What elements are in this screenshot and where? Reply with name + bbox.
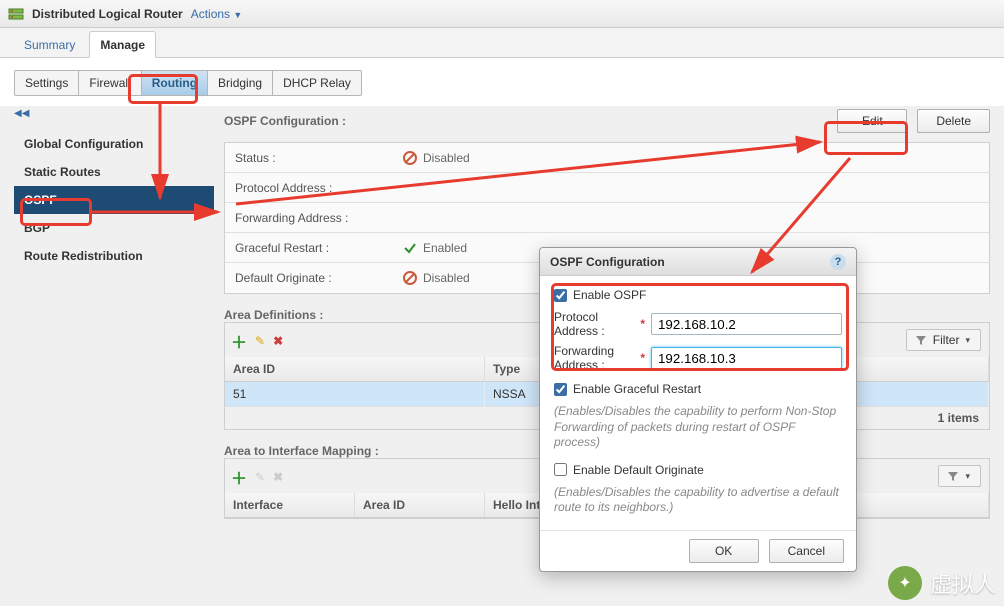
forwarding-address-input[interactable] (651, 347, 842, 369)
cancel-button[interactable]: Cancel (769, 539, 844, 563)
caret-down-icon: ▼ (233, 10, 242, 20)
forwarding-address-label: Forwarding Address : (235, 211, 395, 225)
col-area-id: Area ID (225, 357, 485, 381)
sub-tab-firewall[interactable]: Firewall (79, 71, 141, 95)
area-edit-icon[interactable]: ✎ (255, 334, 265, 348)
sub-tab-dhcp-relay[interactable]: DHCP Relay (273, 71, 361, 95)
graceful-restart-value: Enabled (423, 241, 467, 255)
enable-graceful-restart-checkbox[interactable] (554, 383, 567, 396)
enabled-icon (403, 241, 417, 255)
graceful-restart-label: Graceful Restart : (235, 241, 395, 255)
protocol-address-label: Protocol Address : (235, 181, 395, 195)
caret-down-icon: ▾ (965, 471, 970, 482)
sidebar-item-bgp[interactable]: BGP (14, 214, 214, 242)
dialog-forwarding-label: Forwarding Address : (554, 344, 634, 372)
aim-edit-icon: ✎ (255, 470, 265, 484)
area-add-icon[interactable]: ＋ (231, 329, 247, 353)
tab-summary[interactable]: Summary (14, 32, 85, 57)
sidebar-item-global-configuration[interactable]: Global Configuration (14, 130, 214, 158)
page-title: Distributed Logical Router (32, 7, 183, 21)
graceful-restart-hint: (Enables/Disables the capability to perf… (554, 404, 842, 451)
disabled-icon (403, 151, 417, 165)
status-label: Status : (235, 151, 395, 165)
enable-default-originate-label: Enable Default Originate (573, 463, 704, 477)
area-filter-button[interactable]: Filter ▾ (906, 329, 981, 351)
ok-button[interactable]: OK (689, 539, 759, 563)
wechat-icon: ✦ (888, 566, 922, 600)
sub-tabs: Settings Firewall Routing Bridging DHCP … (14, 70, 362, 96)
titlebar: Distributed Logical Router Actions ▼ (0, 0, 1004, 28)
sub-tab-settings[interactable]: Settings (15, 71, 79, 95)
delete-button[interactable]: Delete (917, 109, 990, 133)
aim-filter-button[interactable]: ▾ (938, 465, 981, 487)
filter-icon (947, 470, 959, 482)
aim-add-icon[interactable]: ＋ (231, 465, 247, 489)
default-originate-hint: (Enables/Disables the capability to adve… (554, 485, 842, 516)
sidebar-item-route-redistribution[interactable]: Route Redistribution (14, 242, 214, 270)
sub-tab-wrap: Settings Firewall Routing Bridging DHCP … (0, 58, 1004, 106)
tab-manage[interactable]: Manage (89, 31, 156, 58)
sidebar-item-ospf[interactable]: OSPF (14, 186, 214, 214)
filter-icon (915, 334, 927, 346)
help-icon[interactable]: ? (830, 254, 846, 270)
sidebar-item-static-routes[interactable]: Static Routes (14, 158, 214, 186)
main-tabs: Summary Manage (0, 28, 1004, 58)
ospf-config-header: OSPF Configuration : Edit Delete (224, 106, 990, 136)
col-aim-area-id: Area ID (355, 493, 485, 517)
enable-graceful-restart-label: Enable Graceful Restart (573, 382, 701, 396)
default-originate-label: Default Originate : (235, 271, 395, 285)
enable-default-originate-checkbox[interactable] (554, 463, 567, 476)
dialog-title: OSPF Configuration (550, 255, 665, 269)
sub-tab-bridging[interactable]: Bridging (208, 71, 273, 95)
sidebar-collapse-icon[interactable]: ◀◀ (14, 106, 38, 124)
ospf-config-title: OSPF Configuration : (224, 114, 346, 128)
status-value: Disabled (423, 151, 470, 165)
sub-tab-routing[interactable]: Routing (142, 71, 208, 95)
default-originate-value: Disabled (423, 271, 470, 285)
enable-ospf-checkbox[interactable] (554, 289, 567, 302)
dialog-protocol-label: Protocol Address : (554, 310, 634, 338)
disabled-icon (403, 271, 417, 285)
ospf-configuration-dialog: OSPF Configuration ? Enable OSPF Protoco… (539, 247, 857, 572)
required-icon: * (640, 351, 645, 365)
col-interface: Interface (225, 493, 355, 517)
actions-menu[interactable]: Actions ▼ (191, 7, 243, 21)
required-icon: * (640, 317, 645, 331)
area-delete-icon[interactable]: ✖ (273, 334, 283, 348)
aim-delete-icon: ✖ (273, 470, 283, 484)
sidebar: ◀◀ Global Configuration Static Routes OS… (14, 106, 214, 606)
edit-button[interactable]: Edit (837, 109, 907, 133)
router-icon (8, 6, 24, 22)
protocol-address-input[interactable] (651, 313, 842, 335)
watermark: ✦ 虚拟人 (888, 566, 996, 600)
caret-down-icon: ▾ (965, 335, 970, 346)
enable-ospf-label: Enable OSPF (573, 288, 646, 302)
